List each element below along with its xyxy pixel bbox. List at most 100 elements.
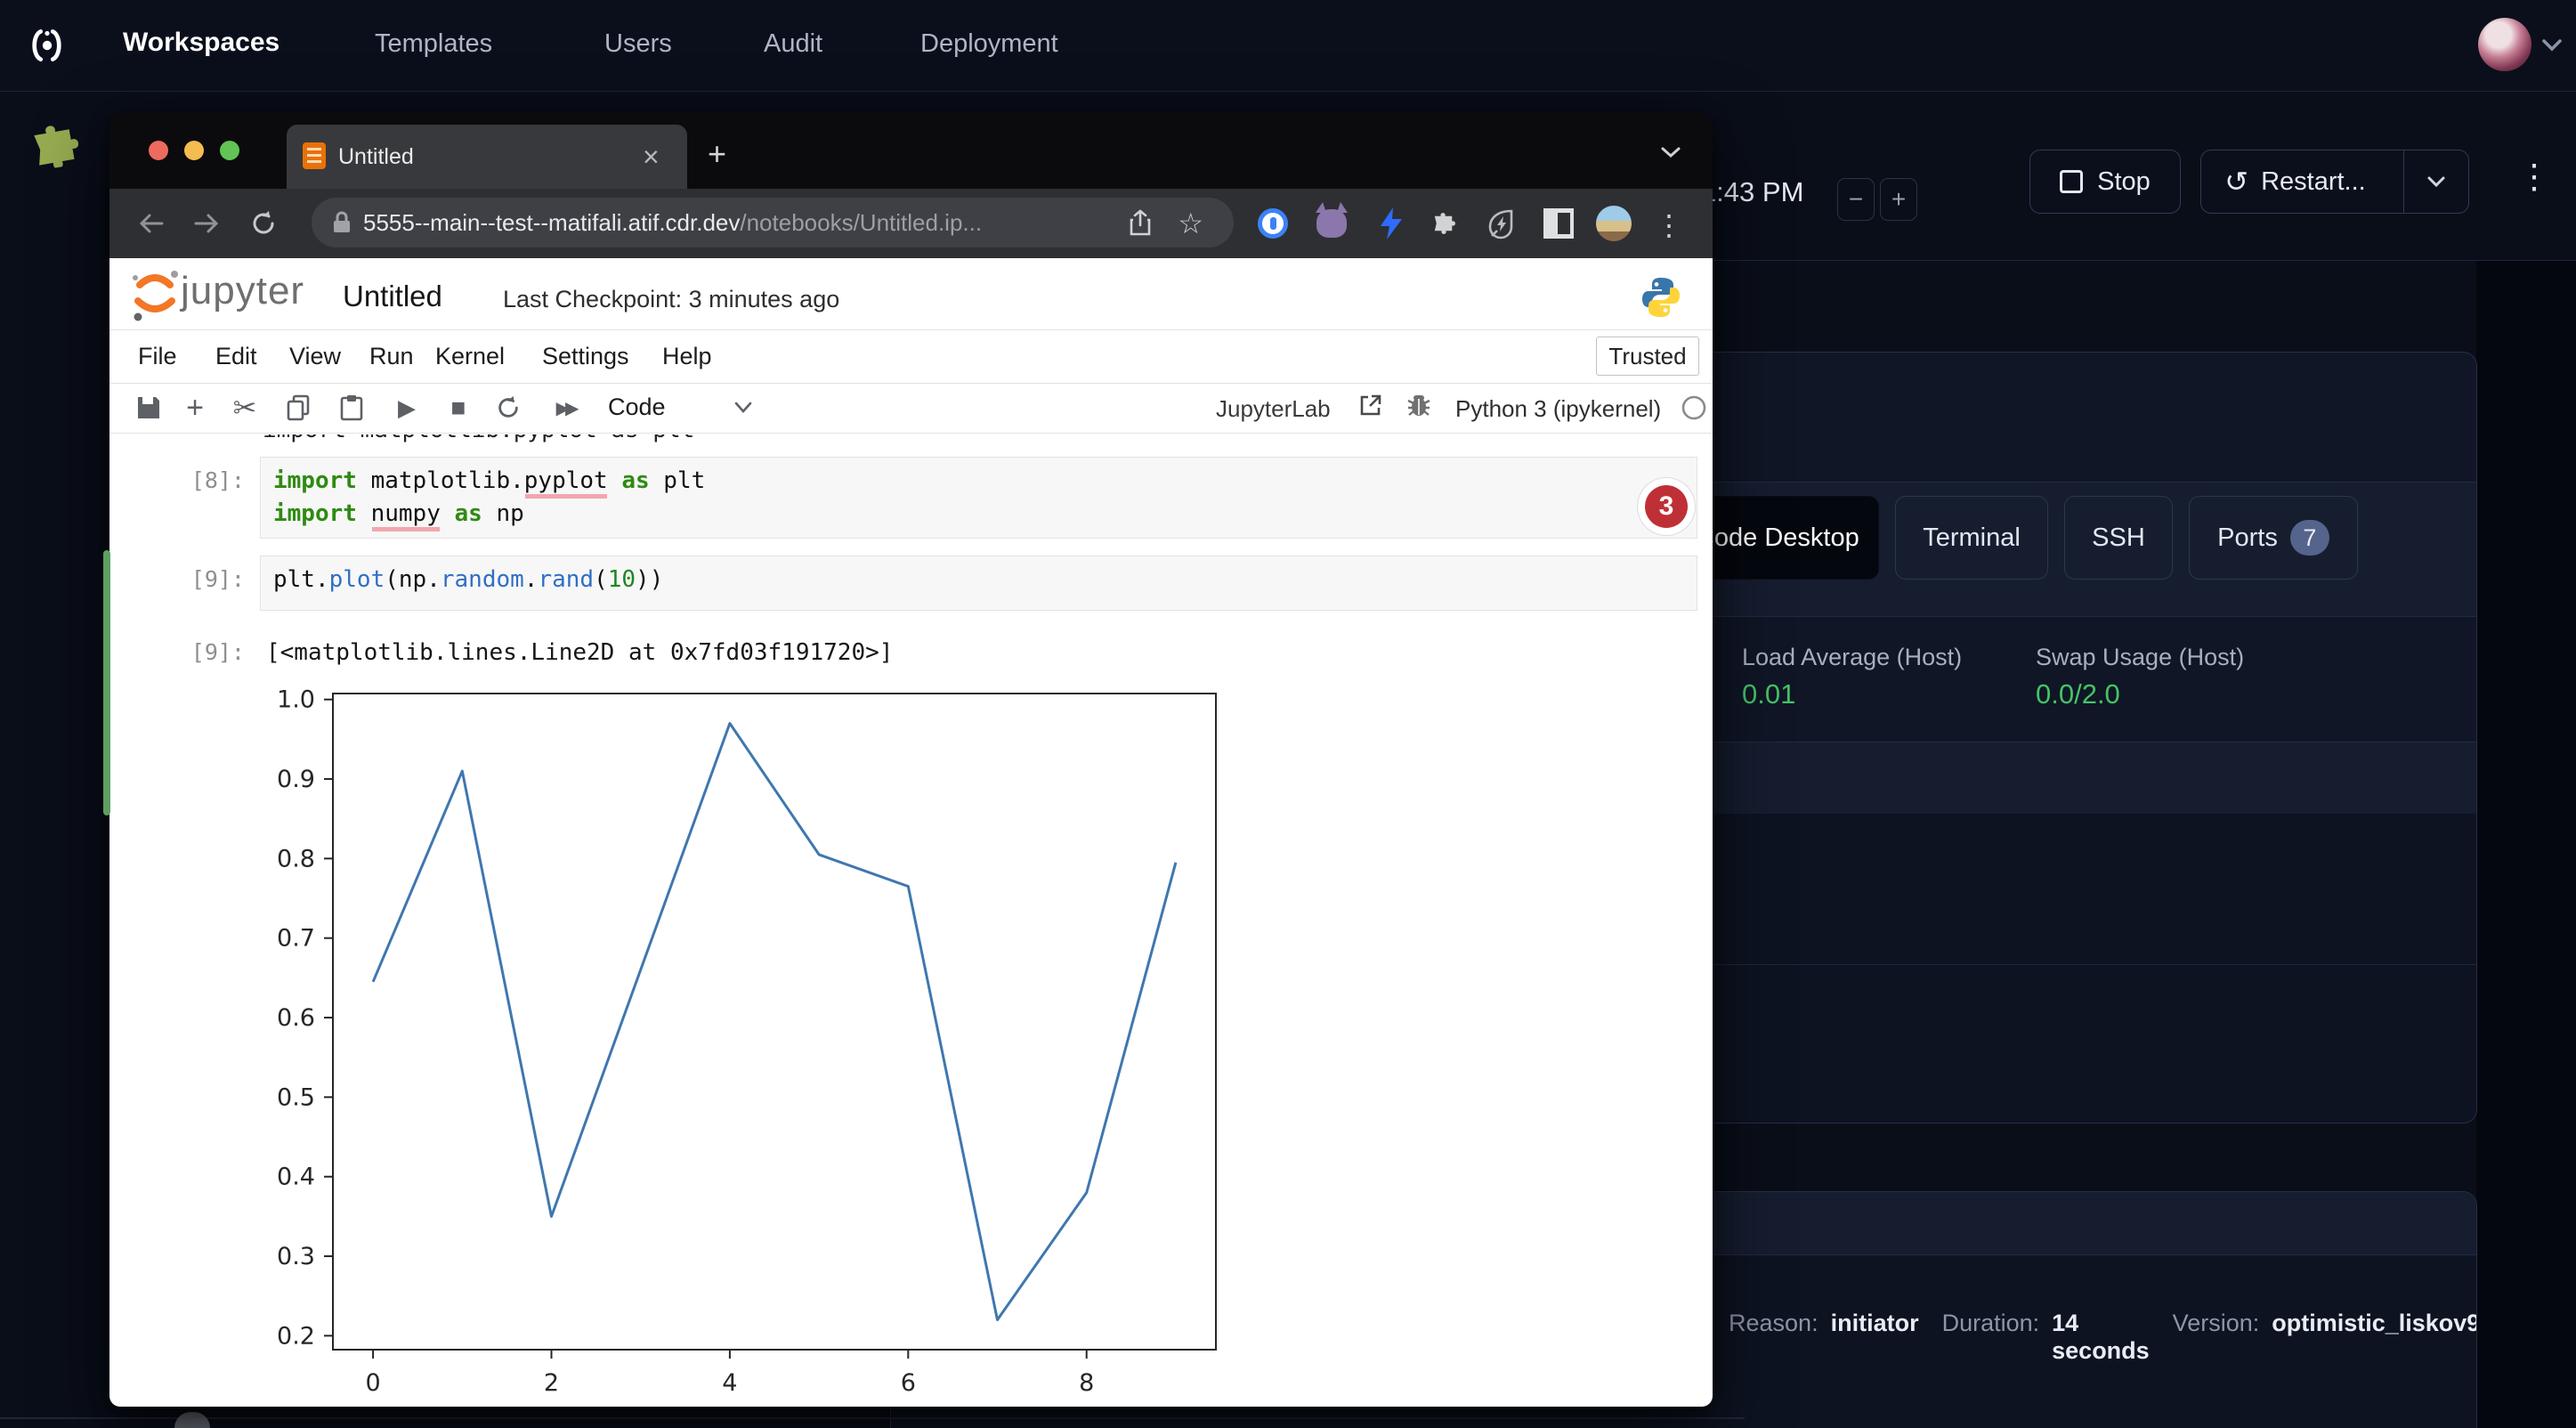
reason-label: Reason: [1729, 1310, 1819, 1337]
kernel-status-icon [1680, 394, 1708, 426]
swap-usage-value: 0.0/2.0 [2036, 678, 2120, 710]
build-info-line: Reason: initiator Duration: 14 seconds V… [1729, 1310, 2477, 1365]
jupyter-page: jupyter Untitled Last Checkpoint: 3 minu… [109, 258, 1713, 1407]
back-icon[interactable] [134, 207, 168, 240]
copy-cells-button[interactable] [279, 383, 318, 433]
jupyter-logo-icon[interactable] [129, 265, 181, 327]
nav-users[interactable]: Users [604, 29, 672, 59]
restart-run-all-button[interactable]: ▶▶ [542, 383, 588, 433]
save-button[interactable] [129, 383, 168, 433]
user-menu-chevron-icon[interactable] [2539, 36, 2565, 58]
open-jupyterlab-link[interactable]: JupyterLab [1216, 395, 1331, 423]
svg-text:0.4: 0.4 [277, 1164, 315, 1191]
tab-search-chevron-icon[interactable] [1658, 144, 1683, 165]
version-label: Version: [2173, 1310, 2260, 1337]
app-ports-button[interactable]: Ports 7 [2189, 496, 2358, 580]
scrolled-cell-remnant: import matplotlib.pyplot as plt [263, 434, 1153, 446]
svg-text:8: 8 [1079, 1369, 1094, 1397]
restart-main[interactable]: ↺ Restart... [2201, 150, 2389, 213]
cell-input-prompt: [8]: [181, 467, 245, 493]
cell-type-dropdown[interactable]: Code [608, 394, 666, 421]
extensions-puzzle-icon[interactable] [1427, 206, 1462, 241]
code-cell[interactable]: import matplotlib.pyplot as pltimport nu… [260, 457, 1697, 539]
cell-type-chevron-icon[interactable] [733, 401, 754, 419]
menu-help[interactable]: Help [662, 343, 712, 370]
paste-cells-button[interactable] [332, 383, 371, 433]
jupyter-favicon [303, 142, 326, 169]
add-cell-button[interactable]: + [175, 383, 215, 433]
menu-run[interactable]: Run [369, 343, 414, 370]
page-gutter [2476, 261, 2576, 1428]
share-icon[interactable] [1129, 209, 1152, 240]
cut-cells-button[interactable]: ✂ [225, 383, 264, 433]
svg-text:0.9: 0.9 [277, 766, 315, 793]
external-link-icon[interactable] [1359, 394, 1382, 421]
output-text: [<matplotlib.lines.Line2D at 0x7fd03f191… [266, 639, 893, 666]
stop-workspace-button[interactable]: Stop [2029, 150, 2181, 214]
nav-workspaces[interactable]: Workspaces [123, 28, 279, 58]
kernel-activity-badge[interactable]: 3 [1638, 478, 1695, 535]
nav-audit[interactable]: Audit [764, 29, 822, 59]
screen: Workspaces Templates Users Audit Deploym… [0, 0, 2576, 1428]
profile-avatar-icon[interactable] [1596, 206, 1632, 241]
matplotlib-figure: 0.20.30.40.50.60.70.80.91.002468 [267, 686, 1273, 1402]
coder-logo-icon[interactable] [25, 23, 69, 72]
user-avatar[interactable] [2478, 18, 2531, 71]
app-label: Terminal [1923, 523, 2021, 553]
kernel-name[interactable]: Python 3 (ipykernel) [1455, 395, 1661, 423]
minimize-window-button[interactable] [184, 141, 204, 160]
close-window-button[interactable] [149, 141, 168, 160]
menu-settings[interactable]: Settings [542, 343, 629, 370]
restart-kernel-button[interactable] [489, 383, 528, 433]
app-label: SSH [2092, 523, 2145, 553]
workspace-kebab-menu[interactable]: ⋮ [2517, 157, 2551, 197]
duration-label: Duration: [1942, 1310, 2040, 1337]
interrupt-kernel-button[interactable]: ■ [439, 383, 478, 433]
ports-count-badge: 7 [2290, 520, 2329, 556]
app-terminal-button[interactable]: Terminal [1895, 496, 2048, 580]
load-average-value: 0.01 [1742, 678, 1795, 710]
bookmark-star-icon[interactable]: ☆ [1178, 207, 1203, 240]
browser-toolbar: 5555--main--test--matifali.atif.cdr.dev/… [109, 189, 1713, 258]
nav-templates[interactable]: Templates [375, 29, 492, 59]
forward-icon[interactable] [190, 207, 223, 240]
new-tab-button[interactable]: + [708, 135, 726, 173]
menu-edit[interactable]: Edit [215, 343, 257, 370]
ext-lightning-icon[interactable] [1373, 206, 1409, 241]
ext-1password-icon[interactable] [1255, 206, 1291, 241]
nav-deployment[interactable]: Deployment [920, 29, 1058, 59]
version-value[interactable]: optimistic_liskov9 [2272, 1310, 2477, 1337]
restart-workspace-button[interactable]: ↺ Restart... [2200, 150, 2469, 214]
zoom-out-button[interactable]: − [1837, 178, 1875, 221]
code-cell[interactable]: plt.plot(np.random.rand(10)) [260, 556, 1697, 611]
restart-options-chevron[interactable] [2403, 150, 2468, 213]
trusted-badge[interactable]: Trusted [1596, 337, 1699, 376]
debugger-bug-icon[interactable] [1405, 392, 1432, 423]
jupyter-wordmark: jupyter [181, 269, 304, 313]
browser-kebab-menu-icon[interactable]: ⋮ [1655, 208, 1683, 242]
svg-text:6: 6 [901, 1369, 916, 1397]
zoom-in-button[interactable]: + [1880, 178, 1917, 221]
menu-kernel[interactable]: Kernel [435, 343, 505, 370]
url-bar[interactable]: 5555--main--test--matifali.atif.cdr.dev/… [312, 198, 1234, 247]
notebook-title[interactable]: Untitled [343, 280, 442, 313]
close-tab-icon[interactable]: × [643, 141, 660, 174]
url-host: 5555--main--test--matifali.atif.cdr.dev [363, 209, 740, 236]
menu-file[interactable]: File [138, 343, 177, 370]
ext-reader-icon[interactable] [1541, 206, 1576, 241]
ext-github-cat-icon[interactable] [1314, 206, 1349, 241]
svg-text:0.3: 0.3 [277, 1243, 315, 1270]
app-ssh-button[interactable]: SSH [2064, 496, 2173, 580]
duration-value: 14 seconds [2052, 1310, 2150, 1365]
load-average-label: Load Average (Host) [1742, 644, 1962, 671]
menu-view[interactable]: View [289, 343, 341, 370]
top-nav: Workspaces Templates Users Audit Deploym… [0, 0, 2576, 92]
padlock-icon[interactable] [331, 210, 352, 239]
maximize-window-button[interactable] [220, 141, 239, 160]
browser-tab[interactable]: Untitled × [287, 125, 687, 189]
run-cell-button[interactable]: ▶ [387, 383, 426, 433]
browser-tab-strip: Untitled × + [109, 112, 1713, 189]
stop-icon [2060, 170, 2083, 193]
reload-icon[interactable] [247, 207, 280, 240]
ext-energy-saver-icon[interactable] [1484, 206, 1519, 241]
